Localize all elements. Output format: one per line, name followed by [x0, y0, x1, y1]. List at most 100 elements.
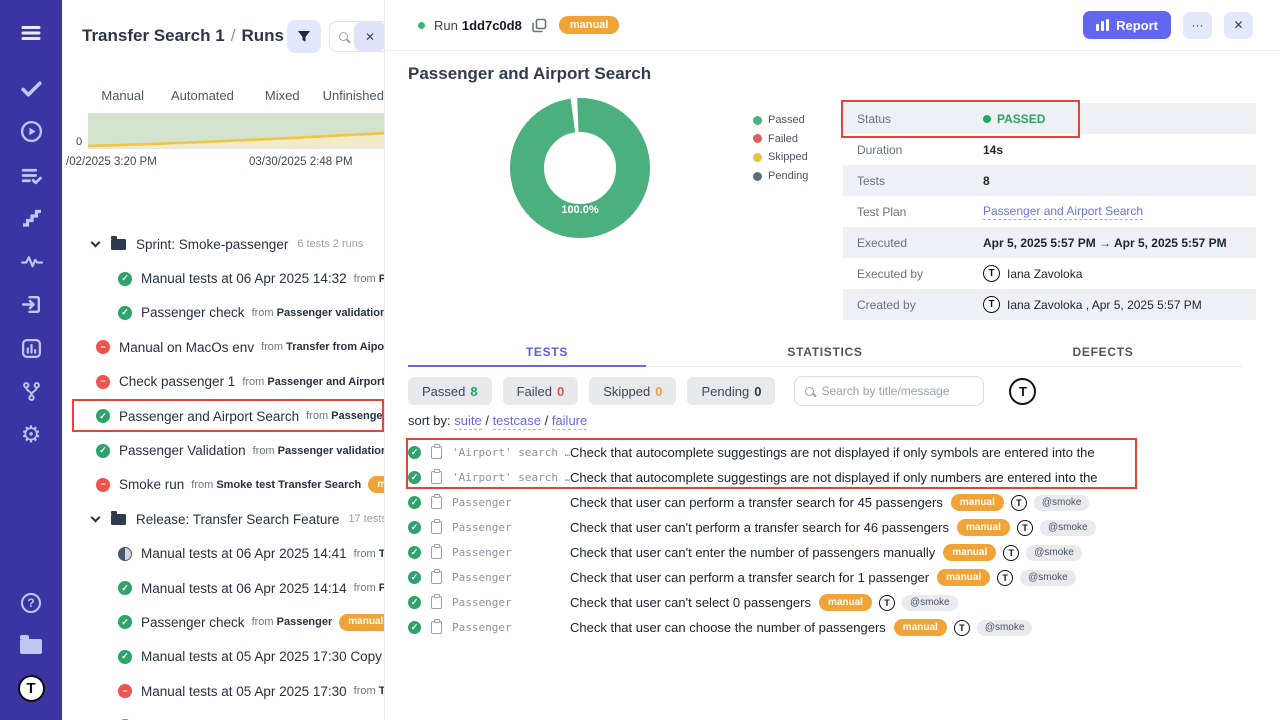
close-run-button[interactable]: ✕ — [1224, 12, 1253, 39]
test-row[interactable]: ✓PassengerCheck that user can choose the… — [408, 615, 1280, 640]
tab-tests[interactable]: TESTS — [408, 337, 686, 366]
report-chart-icon — [1096, 19, 1109, 31]
tree-run-row[interactable]: ✓Passenger Validationfrom Passenger vali… — [62, 433, 384, 467]
more-actions-button[interactable]: ··· — [1183, 12, 1212, 39]
activity-pulse-icon[interactable] — [0, 246, 62, 276]
report-button[interactable]: Report — [1083, 11, 1171, 39]
tree-run-row[interactable]: ✓Manual tests at 06 Apr 2025 14:14from P… — [62, 571, 384, 605]
sort-option-failure[interactable]: failure — [552, 413, 587, 430]
testcase-icon — [431, 446, 442, 459]
detail-label: Created by — [843, 298, 983, 312]
test-title: Check that autocomplete suggestings are … — [570, 470, 1098, 485]
testcase-icon — [431, 546, 442, 559]
copy-run-id-button[interactable] — [532, 18, 547, 33]
assignee-filter-avatar[interactable]: T — [1009, 378, 1036, 405]
tree-run-row[interactable]: Manual tests at 06 Apr 2025 14:41from Tr… — [62, 537, 384, 571]
passed-status-icon: ✓ — [408, 546, 421, 559]
x-axis-label-2: 03/30/2025 2:48 PM — [249, 156, 353, 168]
copy-icon — [532, 18, 547, 33]
tree-run-row[interactable]: −Manual on MacOs envfrom Transfer from A… — [62, 330, 384, 364]
tests-search[interactable] — [794, 376, 984, 406]
passed-status-icon: ✓ — [408, 446, 421, 459]
run-source: from Passenger — [252, 616, 333, 628]
detail-value: TIana Zavoloka — [983, 265, 1082, 282]
run-label: Manual tests at 05 Apr 2025 17:30 — [141, 684, 347, 699]
tree-run-row[interactable]: −Check passenger 1from Passenger and Air… — [62, 365, 384, 399]
tree-run-row[interactable]: ✓Manual tests at 06 Apr 2025 14:32from P… — [62, 261, 384, 295]
projects-folder-icon[interactable] — [0, 631, 62, 661]
tree-run-row[interactable]: −Smoke runfrom Smoke test Transfer Searc… — [62, 468, 384, 502]
test-lists-icon[interactable] — [0, 160, 62, 190]
manual-badge: manual — [951, 494, 1004, 511]
profile-logo[interactable]: T — [0, 673, 62, 703]
test-row[interactable]: ✓'Airport' search …Check that autocomple… — [408, 440, 1280, 465]
test-suite-name: Passenger — [452, 546, 570, 559]
legend-label: Skipped — [768, 151, 808, 163]
run-type-tab-unfinished[interactable]: Unfinished — [323, 88, 384, 103]
run-play-icon[interactable] — [0, 116, 62, 146]
test-title: Check that user can't select 0 passenger… — [570, 595, 811, 610]
tree-run-row[interactable]: ✓Passenger checkfrom Passengermanual6 te… — [62, 605, 384, 639]
reports-chart-icon[interactable] — [0, 333, 62, 363]
tree-run-row[interactable]: −Manual tests at 05 Apr 2025 17:30from T… — [62, 674, 384, 708]
passed-status-icon: ✓ — [408, 496, 421, 509]
branches-icon[interactable] — [0, 376, 62, 406]
detail-row-status: StatusPASSED — [843, 103, 1256, 134]
test-suite-name: 'Airport' search … — [452, 471, 570, 484]
panel-close-button[interactable]: ✕ — [354, 22, 385, 51]
chevron-down-icon[interactable] — [91, 237, 101, 247]
tree-run-row[interactable]: ✓Manual tests at 05 Apr 2025 17:30 Copyf… — [62, 640, 384, 674]
run-type-tab-mixed[interactable]: Mixed — [265, 88, 300, 103]
test-row[interactable]: ✓PassengerCheck that user can't select 0… — [408, 590, 1280, 615]
tree-run-row[interactable]: ✓Passenger checkfrom Passenger validatio… — [62, 296, 384, 330]
steps-icon[interactable] — [0, 203, 62, 233]
filter-chip-passed[interactable]: Passed8 — [408, 377, 492, 405]
tree-run-row[interactable]: −Manual tests at 06 Mar 2025 11:10from T… — [62, 708, 384, 720]
tab-defects[interactable]: DEFECTS — [964, 337, 1242, 366]
sign-in-icon[interactable] — [0, 289, 62, 319]
detail-label: Executed by — [843, 267, 983, 281]
donut-percentage-label: 100.0% — [510, 204, 650, 216]
user-avatar: T — [983, 265, 1000, 282]
passed-status-icon: ✓ — [408, 571, 421, 584]
test-plan-link[interactable]: Passenger and Airport Search — [983, 204, 1143, 220]
breadcrumb: Transfer Search 1/Runs — [82, 26, 284, 46]
tab-statistics[interactable]: STATISTICS — [686, 337, 964, 366]
run-type-tab-automated[interactable]: Automated — [171, 88, 234, 103]
tasks-check-icon[interactable] — [0, 73, 62, 103]
run-source: from Passenger and Airport Search — [242, 376, 384, 388]
detail-value: 14s — [983, 143, 1003, 157]
testcase-icon — [431, 521, 442, 534]
test-row[interactable]: ✓PassengerCheck that user can perform a … — [408, 565, 1280, 590]
menu-icon[interactable] — [0, 18, 62, 48]
filter-chip-pending[interactable]: Pending0 — [687, 377, 775, 405]
tree-run-row[interactable]: ✓Passenger and Airport Searchfrom Passen… — [62, 399, 384, 433]
sort-option-suite[interactable]: suite — [454, 413, 481, 430]
chip-count: 0 — [655, 384, 662, 399]
x-axis-labels: /02/2025 3:20 PM 03/30/2025 2:48 PM — [66, 156, 157, 168]
legend-label: Failed — [768, 133, 798, 145]
tree-folder-row[interactable]: Release: Transfer Search Feature17 tests… — [62, 502, 384, 536]
filter-chip-skipped[interactable]: Skipped0 — [589, 377, 676, 405]
legend-item-failed: Failed — [753, 130, 808, 149]
run-label: Manual tests at 06 Apr 2025 14:14 — [141, 581, 347, 596]
help-icon[interactable]: ? — [0, 588, 62, 618]
tree-folder-row[interactable]: Sprint: Smoke-passenger6 tests 2 runs — [62, 227, 384, 261]
runs-panel: Transfer Search 1/Runs ✕ Manual Automated… — [62, 0, 385, 720]
tests-search-input[interactable] — [821, 384, 971, 398]
breadcrumb-project[interactable]: Transfer Search 1 — [82, 26, 225, 45]
test-row[interactable]: ✓'Airport' search …Check that autocomple… — [408, 465, 1280, 490]
test-row[interactable]: ✓PassengerCheck that user can't perform … — [408, 515, 1280, 540]
testcase-icon — [431, 571, 442, 584]
test-row[interactable]: ✓PassengerCheck that user can't enter th… — [408, 540, 1280, 565]
filter-chip-failed[interactable]: Failed0 — [503, 377, 579, 405]
settings-gear-icon[interactable]: ⚙ — [0, 419, 62, 449]
chevron-down-icon[interactable] — [91, 512, 101, 522]
filter-button[interactable] — [287, 20, 321, 53]
run-label: Passenger and Airport Search — [119, 409, 299, 424]
run-type-tab-manual[interactable]: Manual — [101, 88, 144, 103]
y-axis-zero: 0 — [76, 136, 82, 148]
funnel-icon — [297, 30, 311, 44]
sort-option-testcase[interactable]: testcase — [493, 413, 541, 430]
test-row[interactable]: ✓PassengerCheck that user can perform a … — [408, 490, 1280, 515]
